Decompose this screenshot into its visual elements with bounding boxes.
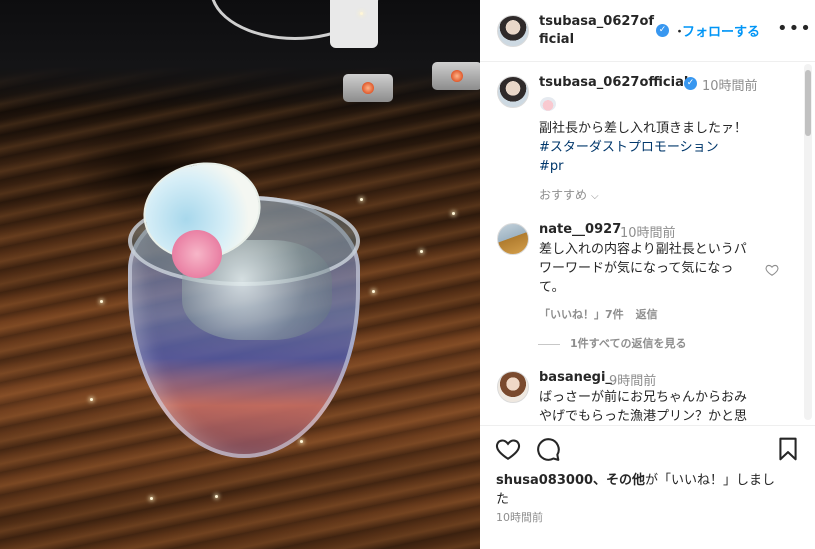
photo-sparkle xyxy=(420,250,423,253)
comment-time[interactable]: 10時間前 xyxy=(620,222,676,241)
comment-text-line: 差し入れの内容より副社長というパ xyxy=(539,242,747,257)
photo-knob-right xyxy=(432,62,480,90)
photo-sparkle xyxy=(452,212,455,215)
commenter-username[interactable]: nate__0927 xyxy=(539,222,621,237)
author-username[interactable]: tsubasa_0627of ficial xyxy=(539,13,657,49)
comment-time[interactable]: 9時間前 xyxy=(609,370,656,389)
likes-suffix: が「いいね！」しまし xyxy=(645,473,776,488)
photo-sparkle xyxy=(360,198,363,201)
view-replies-button[interactable]: 1件すべての返信を見る xyxy=(538,335,686,351)
comment-text-line: て。 xyxy=(539,280,565,295)
photo-small-fan xyxy=(172,230,222,278)
replies-divider xyxy=(538,343,560,345)
photo-sparkle xyxy=(372,290,375,293)
caption-time[interactable]: 10時間前 xyxy=(702,75,758,94)
recommended-toggle[interactable]: おすすめ ⌵ xyxy=(539,186,599,203)
comment-heart-icon[interactable] xyxy=(765,263,779,277)
post-photo[interactable] xyxy=(0,0,480,549)
commenter-avatar[interactable] xyxy=(497,223,529,255)
likes-others[interactable]: 、その他 xyxy=(593,473,645,488)
post-header: tsubasa_0627of ficial ✓ ・ フォローする ••• xyxy=(480,0,815,62)
verified-icon: ✓ xyxy=(656,24,669,37)
follow-button[interactable]: フォローする xyxy=(682,21,760,40)
comment-text-line: やげでもらった漁港プリン？かと思 xyxy=(539,409,748,424)
author-username-line1: tsubasa_0627of xyxy=(539,14,655,29)
caption-author-avatar[interactable] xyxy=(497,76,529,108)
comment-likes-count[interactable]: 「いいね！」7件 xyxy=(539,308,624,321)
fan-emoji-icon xyxy=(540,97,556,111)
photo-box xyxy=(330,0,378,48)
commenter-username[interactable]: basanegi_ xyxy=(539,370,612,385)
post-timestamp[interactable]: 10時間前 xyxy=(496,509,543,525)
photo-sparkle xyxy=(300,440,303,443)
photo-sparkle xyxy=(90,398,93,401)
likes-suffix-end: た xyxy=(496,492,510,507)
recommended-label: おすすめ xyxy=(539,188,588,202)
hashtag-link[interactable]: #pr xyxy=(539,157,564,176)
author-username-line2: ficial xyxy=(539,32,575,47)
verified-icon: ✓ xyxy=(684,77,697,90)
chevron-down-icon: ⌵ xyxy=(591,191,599,202)
comment-text-line: ワーワードが気になって気になっ xyxy=(539,261,734,276)
reply-button[interactable]: 返信 xyxy=(636,308,658,321)
photo-sparkle xyxy=(100,300,103,303)
post-actions: shusa083000、その他が「いいね！」しまし た 10時間前 xyxy=(480,425,815,549)
heart-icon[interactable] xyxy=(495,436,521,462)
comment-icon[interactable] xyxy=(535,436,561,462)
photo-sparkle xyxy=(215,495,218,498)
caption-text: 副社長から差し入れ頂きましたァ！ xyxy=(539,121,748,136)
comment-text-line: ばっさーが前にお兄ちゃんからおみ xyxy=(539,390,748,405)
view-replies-label: 1件すべての返信を見る xyxy=(570,337,687,350)
post-sidebar: tsubasa_0627of ficial ✓ ・ フォローする ••• tsu… xyxy=(480,0,815,549)
author-avatar[interactable] xyxy=(497,15,529,47)
bookmark-icon[interactable] xyxy=(775,436,801,462)
more-icon[interactable]: ••• xyxy=(777,18,812,39)
photo-sparkle xyxy=(360,12,363,15)
likes-summary[interactable]: shusa083000、その他が「いいね！」しまし た xyxy=(496,471,796,509)
commenter-avatar[interactable] xyxy=(497,371,529,403)
hashtag-link[interactable]: #スターダストプロモーション xyxy=(539,138,719,157)
instagram-post-modal: tsubasa_0627of ficial ✓ ・ フォローする ••• tsu… xyxy=(0,0,815,549)
photo-sparkle xyxy=(150,497,153,500)
caption-username[interactable]: tsubasa_0627official xyxy=(539,75,688,90)
comments-list: tsubasa_0627official ✓ 10時間前 副社長から差し入れ頂き… xyxy=(480,62,815,425)
liker-username[interactable]: shusa083000 xyxy=(496,473,593,488)
comment-meta: 「いいね！」7件 返信 xyxy=(539,306,670,322)
photo-knob-left xyxy=(343,74,393,102)
